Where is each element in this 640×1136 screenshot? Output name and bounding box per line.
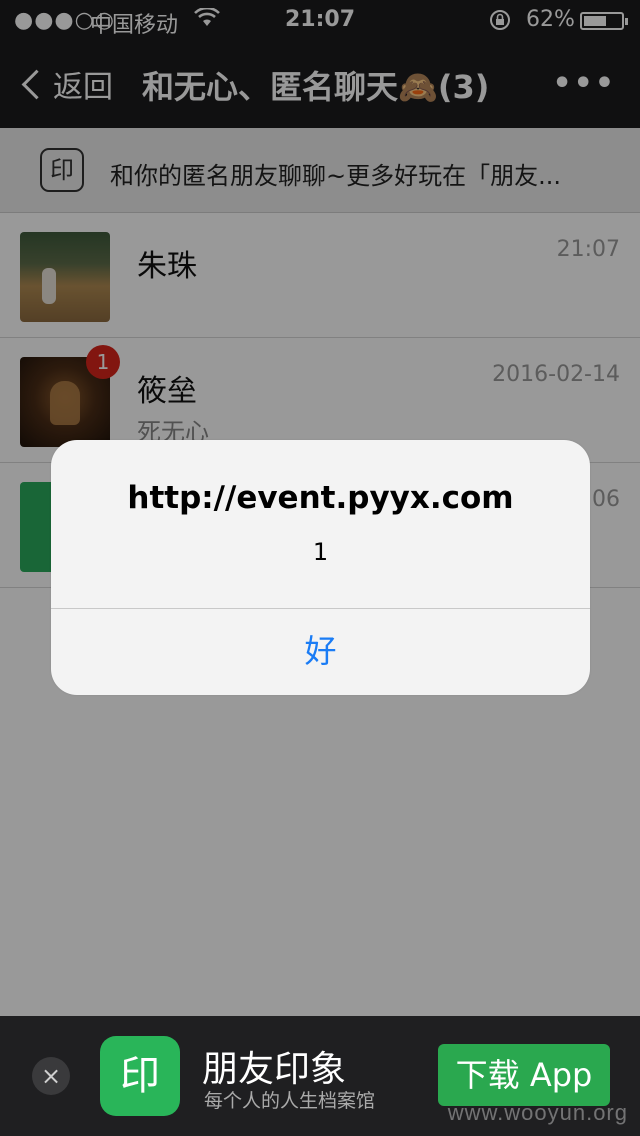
app-download-bar: × 印 朋友印象 每个人的人生档案馆 下载 App www.wooyun.org xyxy=(0,1016,640,1136)
alert-title: http://event.pyyx.com xyxy=(127,480,514,516)
close-icon[interactable]: × xyxy=(32,1057,70,1095)
app-subtitle: 每个人的人生档案馆 xyxy=(204,1090,376,1112)
ok-button[interactable]: 好 xyxy=(51,608,590,695)
alert-message: 1 xyxy=(312,538,329,566)
app-logo: 印 xyxy=(100,1036,180,1116)
watermark: www.wooyun.org xyxy=(447,1100,628,1125)
app-name: 朋友印象 xyxy=(202,1049,347,1090)
download-app-button[interactable]: 下载 App xyxy=(438,1044,610,1106)
alert-dialog: http://event.pyyx.com 1 好 xyxy=(51,440,590,695)
